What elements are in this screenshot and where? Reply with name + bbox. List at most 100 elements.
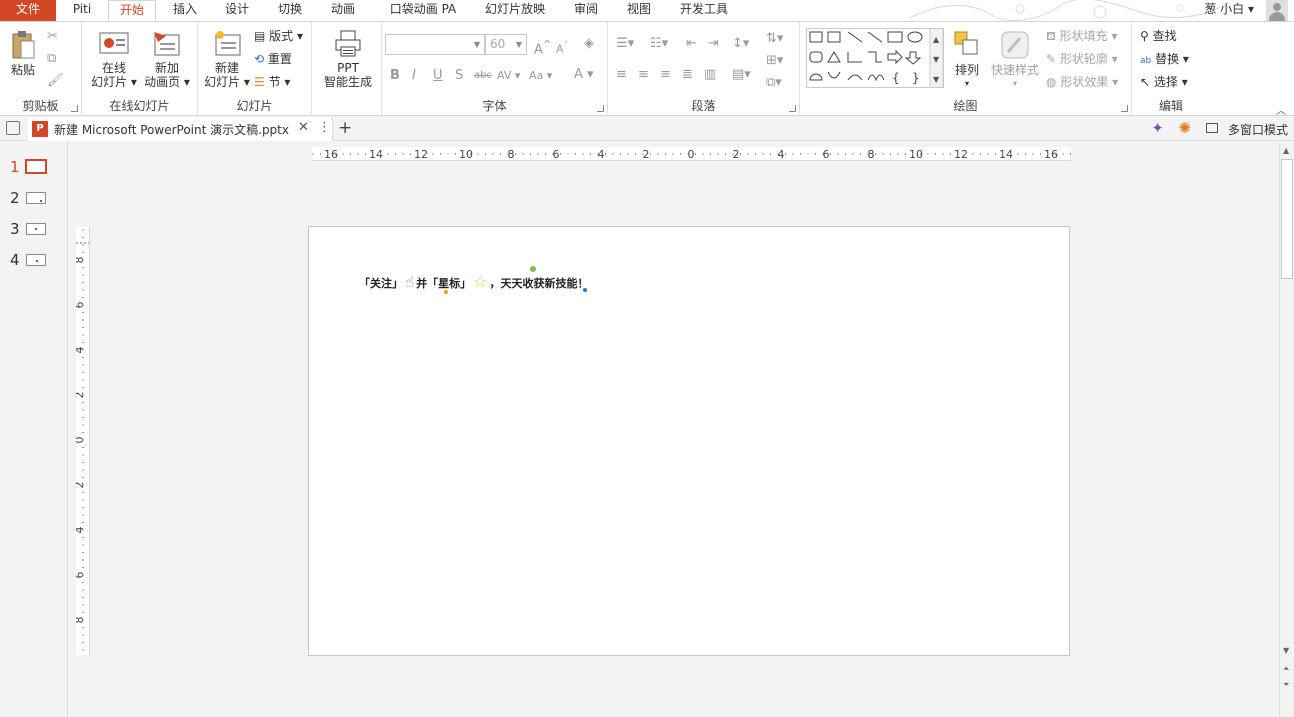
scrollbar-thumb[interactable] xyxy=(1281,159,1293,279)
grow-font-button[interactable]: A^ xyxy=(534,36,552,59)
slide-canvas[interactable]: 「关注」 ☝ 并「星标」 ☆ ，天天收获新技能！ xyxy=(308,226,1070,656)
underline-button[interactable]: U xyxy=(433,67,443,85)
slide-text-box[interactable]: 「关注」 ☝ 并「星标」 ☆ ，天天收获新技能！ xyxy=(359,272,588,291)
find-button[interactable]: ⚲ 查找 xyxy=(1140,28,1177,44)
effects-icon: ◍ xyxy=(1046,75,1057,89)
tab-insert[interactable]: 插入 xyxy=(162,0,208,21)
align-text-icon[interactable]: ⊞▾ xyxy=(766,52,783,70)
decorative-swirl xyxy=(909,0,1229,21)
align-center-icon[interactable]: ≡ xyxy=(638,66,649,84)
previous-slide-icon[interactable]: ⏶ xyxy=(1283,664,1289,674)
italic-button[interactable]: I xyxy=(412,67,416,85)
collapse-ribbon-icon[interactable]: ︿ xyxy=(1276,102,1286,117)
new-slide-button[interactable]: 新建 幻灯片 ▾ xyxy=(202,30,252,89)
decrease-indent-icon[interactable]: ⇤ xyxy=(686,35,697,53)
strikethrough-button[interactable]: abc xyxy=(474,67,492,85)
increase-indent-icon[interactable]: ⇥ xyxy=(708,35,719,53)
clear-format-icon[interactable]: ◈ xyxy=(584,35,594,53)
font-launcher-icon[interactable] xyxy=(597,105,604,112)
bold-button[interactable]: B xyxy=(390,67,400,85)
align-right-icon[interactable]: ≡ xyxy=(660,66,671,84)
multi-window-button[interactable]: 多窗口模式 xyxy=(1228,121,1288,138)
slide-thumbnail[interactable]: 3 xyxy=(10,220,46,238)
tab-design[interactable]: 设计 xyxy=(214,0,260,21)
tab-developer[interactable]: 开发工具 xyxy=(671,0,737,21)
ppt-smart-generate-button[interactable]: PPT 智能生成 xyxy=(318,30,378,89)
group-label-paragraph: 段落 xyxy=(691,99,716,113)
bullets-icon[interactable]: ☰▾ xyxy=(616,35,634,53)
slide-thumbnail[interactable]: 2 xyxy=(10,189,46,207)
quick-styles-button[interactable]: 快速样式 ▾ xyxy=(988,30,1042,91)
arrange-button[interactable]: 排列 ▾ xyxy=(950,30,984,91)
new-animation-page-button[interactable]: 新加 动画页 ▾ xyxy=(140,30,194,89)
char-spacing-button[interactable]: AV ▾ xyxy=(497,67,520,85)
shape-outline-button[interactable]: ✎ 形状轮廓 ▾ xyxy=(1046,51,1118,67)
tab-pocket-animation[interactable]: 口袋动画 PA xyxy=(381,0,465,21)
section-button[interactable]: ☰ 节 ▾ xyxy=(254,74,290,90)
numbering-icon[interactable]: ☷▾ xyxy=(650,35,668,53)
clipboard-launcher-icon[interactable] xyxy=(71,105,78,112)
magic-wand-icon[interactable]: ✦ xyxy=(1151,119,1164,137)
svg-text:▼: ▼ xyxy=(933,75,940,84)
text-direction-icon[interactable]: ⇅▾ xyxy=(766,30,783,48)
tab-menu-icon[interactable]: ⋮ xyxy=(318,120,331,135)
ruler-label: 0 xyxy=(76,437,86,444)
paragraph-launcher-icon[interactable] xyxy=(789,105,796,112)
shape-effects-button[interactable]: ◍ 形状效果 ▾ xyxy=(1046,74,1118,90)
copy-icon[interactable]: ⧉ xyxy=(47,50,56,68)
tab-file[interactable]: 文件 xyxy=(0,0,56,21)
animation-marker-dot[interactable] xyxy=(583,288,587,292)
drawing-launcher-icon[interactable] xyxy=(1121,105,1128,112)
tab-animations[interactable]: 动画 xyxy=(320,0,366,21)
online-slides-button[interactable]: 在线 幻灯片 ▾ xyxy=(88,30,140,89)
ruler-label: 2 xyxy=(733,148,740,161)
tab-review[interactable]: 审阅 xyxy=(564,0,608,21)
align-left-icon[interactable]: ≡ xyxy=(616,66,627,84)
tab-piti[interactable]: Piti xyxy=(62,0,102,21)
reset-button[interactable]: ⟲ 重置 xyxy=(254,51,292,67)
close-tab-icon[interactable]: ✕ xyxy=(298,120,309,135)
font-name-combo[interactable]: ▼ xyxy=(385,34,485,55)
scroll-down-icon[interactable]: ▼ xyxy=(1283,646,1289,655)
cursor-icon: ↖ xyxy=(1140,75,1151,89)
gear-icon[interactable]: ✺ xyxy=(1178,119,1191,137)
format-painter-icon[interactable]: 🖌 xyxy=(47,72,64,90)
tab-home[interactable]: 开始 xyxy=(108,0,156,22)
shrink-font-button[interactable]: Aˇ xyxy=(556,37,568,59)
layout-button[interactable]: ▤ 版式 ▾ xyxy=(254,28,303,44)
shape-fill-button[interactable]: ⛾ 形状填充 ▾ xyxy=(1046,28,1118,44)
justify-icon[interactable]: ≣ xyxy=(682,66,693,84)
tab-view[interactable]: 视图 xyxy=(617,0,661,21)
ruler-label: 2 xyxy=(643,148,650,161)
vertical-scrollbar[interactable]: ▲ ▼ ⏶ ⏷ xyxy=(1279,142,1294,717)
animation-marker-dot[interactable] xyxy=(530,266,536,272)
animation-marker-dot[interactable] xyxy=(444,290,448,294)
font-size-combo[interactable]: 60 ▼ xyxy=(485,34,527,55)
distributed-icon[interactable]: ▥ xyxy=(704,66,716,84)
tab-transitions[interactable]: 切换 xyxy=(267,0,313,21)
columns-icon[interactable]: ▤▾ xyxy=(732,66,751,84)
slide-thumbnail[interactable]: 1 xyxy=(10,158,47,176)
new-tab-icon[interactable]: + xyxy=(338,118,352,138)
user-name[interactable]: 葱 小白 ▾ xyxy=(1204,0,1254,19)
change-case-button[interactable]: Aa ▾ xyxy=(529,67,552,85)
next-slide-icon[interactable]: ⏷ xyxy=(1283,680,1289,690)
slide-thumbnail[interactable]: 4 xyxy=(10,251,46,269)
smartart-icon[interactable]: ⧉▾ xyxy=(766,74,782,92)
slide-editing-area: 1614121086420246810121416 864202468 「关注」… xyxy=(69,142,1279,717)
ruler-label: 8 xyxy=(76,617,86,624)
replace-button[interactable]: ab 替换 ▾ xyxy=(1140,51,1189,69)
paste-button[interactable]: 粘贴 xyxy=(6,30,40,77)
tab-slideshow[interactable]: 幻灯片放映 xyxy=(478,0,552,21)
shadow-button[interactable]: S xyxy=(455,67,463,85)
line-spacing-icon[interactable]: ↕▾ xyxy=(732,35,749,53)
font-color-button[interactable]: A ▾ xyxy=(574,66,594,84)
document-tab[interactable]: P 新建 Microsoft PowerPoint 演示文稿.pptx ✕ ⋮ xyxy=(28,117,333,141)
home-page-icon[interactable] xyxy=(6,121,20,135)
user-avatar-icon[interactable] xyxy=(1266,0,1288,21)
select-button[interactable]: ↖ 选择 ▾ xyxy=(1140,74,1188,90)
cut-icon[interactable]: ✂ xyxy=(47,28,58,46)
scroll-up-icon[interactable]: ▲ xyxy=(1283,146,1289,155)
shape-gallery[interactable]: {} ▲ ▼ ▼ xyxy=(806,28,944,88)
ruler-label: 6 xyxy=(76,302,86,309)
